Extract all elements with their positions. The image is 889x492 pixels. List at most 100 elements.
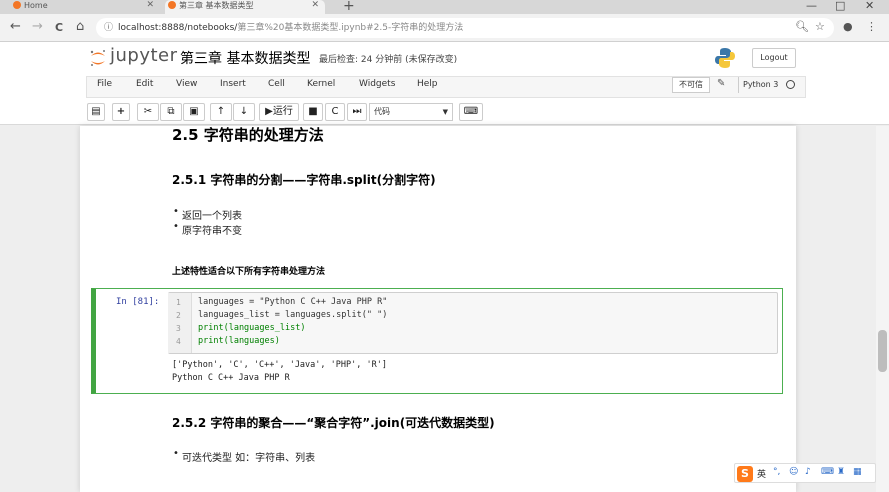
close-tab-icon[interactable]: ✕ bbox=[311, 0, 319, 11]
keyboard-icon: ⌨ bbox=[463, 106, 479, 117]
menu-kernel[interactable]: Kernel bbox=[307, 79, 335, 89]
scrollbar-thumb[interactable] bbox=[878, 330, 887, 372]
home-button[interactable]: ⌂ bbox=[76, 19, 84, 34]
output-line: Python C C++ Java PHP R bbox=[172, 373, 290, 383]
maximize-button[interactable]: □ bbox=[835, 0, 845, 12]
heading-join: 2.5.2 字符串的聚合——“聚合字符”.join(可迭代数据类型) bbox=[172, 416, 495, 430]
punctuation-icon[interactable]: °, bbox=[773, 467, 780, 477]
address-bar-row: ← → C ⌂ ⓘ localhost:8888/notebooks/第三章%2… bbox=[0, 14, 889, 42]
forward-button[interactable]: → bbox=[32, 19, 43, 34]
run-icon: ▶ bbox=[265, 106, 273, 117]
paste-button[interactable]: ▣ bbox=[183, 103, 205, 121]
sogou-logo-icon[interactable]: S bbox=[737, 466, 753, 482]
line-number: 2 bbox=[176, 311, 181, 320]
info-icon[interactable]: ⓘ bbox=[104, 18, 113, 38]
close-window-button[interactable]: ✕ bbox=[865, 0, 874, 12]
back-button[interactable]: ← bbox=[10, 19, 21, 34]
run-button[interactable]: ▶运行 bbox=[259, 103, 299, 121]
menu-view[interactable]: View bbox=[176, 79, 197, 89]
menu-insert[interactable]: Insert bbox=[220, 79, 246, 89]
cell-type-value: 代码 bbox=[374, 107, 390, 116]
keyboard-icon[interactable]: ⌨ bbox=[821, 467, 834, 477]
save-icon: ▤ bbox=[91, 106, 101, 117]
new-tab-button[interactable]: + bbox=[343, 0, 355, 14]
run-label: 运行 bbox=[272, 106, 293, 117]
list-item: 返回一个列表 bbox=[173, 206, 242, 222]
jupyter-favicon-icon bbox=[168, 1, 176, 9]
minimize-button[interactable]: — bbox=[806, 0, 817, 12]
stop-icon: ■ bbox=[308, 106, 318, 117]
menu-help[interactable]: Help bbox=[417, 79, 438, 89]
list-item: 可迭代类型 如：字符串、列表 bbox=[173, 448, 315, 464]
star-icon[interactable]: ☆ bbox=[815, 20, 825, 33]
insert-cell-button[interactable]: + bbox=[112, 103, 130, 121]
menu-edit[interactable]: Edit bbox=[136, 79, 153, 89]
plus-icon: + bbox=[116, 106, 126, 117]
move-down-button[interactable]: ↓ bbox=[233, 103, 255, 121]
note-text: 上述特性适合以下所有字符串处理方法 bbox=[172, 267, 326, 277]
arrow-up-icon: ↑ bbox=[216, 106, 226, 117]
list-item: 原字符串不变 bbox=[173, 221, 242, 237]
line-number: 3 bbox=[176, 324, 181, 333]
jupyter-logo-icon[interactable] bbox=[88, 48, 108, 68]
ime-toolbar: S 英 °, ☺ ♪ ⌨ ♜ ▦ bbox=[734, 463, 876, 483]
paste-icon: ▣ bbox=[189, 106, 199, 117]
close-tab-icon[interactable]: ✕ bbox=[146, 0, 154, 11]
menu-icon[interactable]: ⋮ bbox=[866, 20, 877, 33]
tab-notebook[interactable]: 第三章 基本数据类型 ✕ bbox=[165, 0, 325, 14]
restart-run-all-button[interactable]: ⏭ bbox=[347, 103, 367, 121]
code-line: print(languages_list) bbox=[198, 323, 306, 333]
interrupt-button[interactable]: ■ bbox=[303, 103, 323, 121]
tab-home-label: Home bbox=[24, 1, 48, 10]
scrollbar[interactable] bbox=[876, 126, 889, 492]
url-path: 第三章%20基本数据类型.ipynb#2.5-字符串的处理方法 bbox=[237, 23, 464, 33]
save-status: 最后检查: 24 分钟前 (未保存改变) bbox=[319, 55, 458, 65]
input-prompt: In [81]: bbox=[116, 297, 160, 307]
reload-button[interactable]: C bbox=[55, 21, 63, 34]
command-palette-button[interactable]: ⌨ bbox=[459, 103, 483, 121]
kernel-status-icon bbox=[786, 80, 795, 89]
toolbox-icon[interactable]: ▦ bbox=[853, 467, 862, 477]
restart-button[interactable]: C bbox=[325, 103, 345, 121]
skin-icon[interactable]: ♜ bbox=[837, 467, 845, 477]
line-number: 4 bbox=[176, 337, 181, 346]
notebook-toolbar: ▤ + ✂ ⧉ ▣ ↑ ↓ ▶运行 ■ C ⏭ 代码 ▼ ⌨ bbox=[0, 100, 889, 125]
url-field[interactable]: ⓘ localhost:8888/notebooks/第三章%20基本数据类型.… bbox=[96, 18, 834, 38]
menu-widgets[interactable]: Widgets bbox=[359, 79, 395, 89]
notebook-title[interactable]: 第三章 基本数据类型 bbox=[180, 48, 310, 68]
cut-button[interactable]: ✂ bbox=[137, 103, 159, 121]
copy-icon: ⧉ bbox=[167, 106, 175, 117]
zoom-icon[interactable]: 🔍︎ bbox=[795, 20, 809, 33]
code-line: languages_list = languages.split(" ") bbox=[198, 310, 388, 320]
save-button[interactable]: ▤ bbox=[87, 103, 105, 121]
jupyter-favicon-icon bbox=[13, 1, 21, 9]
python-logo-icon bbox=[715, 48, 735, 68]
fast-forward-icon: ⏭ bbox=[352, 106, 362, 117]
move-up-button[interactable]: ↑ bbox=[210, 103, 232, 121]
jupyter-header: jupyter 第三章 基本数据类型 最后检查: 24 分钟前 (未保存改变) … bbox=[0, 42, 889, 74]
url-host: localhost:8888/notebooks/ bbox=[118, 23, 238, 33]
ime-mode[interactable]: 英 bbox=[757, 467, 766, 480]
logout-button[interactable]: Logout bbox=[752, 48, 796, 68]
menu-cell[interactable]: Cell bbox=[268, 79, 285, 89]
menu-file[interactable]: File bbox=[97, 79, 112, 89]
heading-split: 2.5.1 字符串的分割——字符串.split(分割字符) bbox=[172, 173, 436, 187]
browser-tab-strip: Home ✕ 第三章 基本数据类型 ✕ + — □ ✕ bbox=[0, 0, 889, 14]
cell-type-select[interactable]: 代码 ▼ bbox=[369, 103, 453, 121]
profile-icon[interactable]: ● bbox=[843, 20, 853, 33]
pencil-icon[interactable]: ✎ bbox=[717, 78, 725, 89]
trusted-indicator[interactable]: 不可信 bbox=[672, 77, 710, 93]
line-number: 1 bbox=[176, 298, 181, 307]
code-line: languages = "Python C C++ Java PHP R" bbox=[198, 297, 388, 307]
copy-button[interactable]: ⧉ bbox=[160, 103, 182, 121]
restart-icon: C bbox=[331, 106, 339, 117]
jupyter-wordmark[interactable]: jupyter bbox=[110, 45, 178, 66]
microphone-icon[interactable]: ♪ bbox=[805, 467, 811, 477]
chevron-down-icon: ▼ bbox=[442, 108, 448, 116]
scissors-icon: ✂ bbox=[143, 106, 153, 117]
output-line: ['Python', 'C', 'C++', 'Java', 'PHP', 'R… bbox=[172, 360, 387, 370]
emoji-icon[interactable]: ☺ bbox=[789, 467, 798, 477]
tab-home[interactable]: Home ✕ bbox=[10, 0, 160, 14]
heading-string-methods: 2.5 字符串的处理方法 bbox=[172, 126, 324, 144]
code-line: print(languages) bbox=[198, 336, 280, 346]
